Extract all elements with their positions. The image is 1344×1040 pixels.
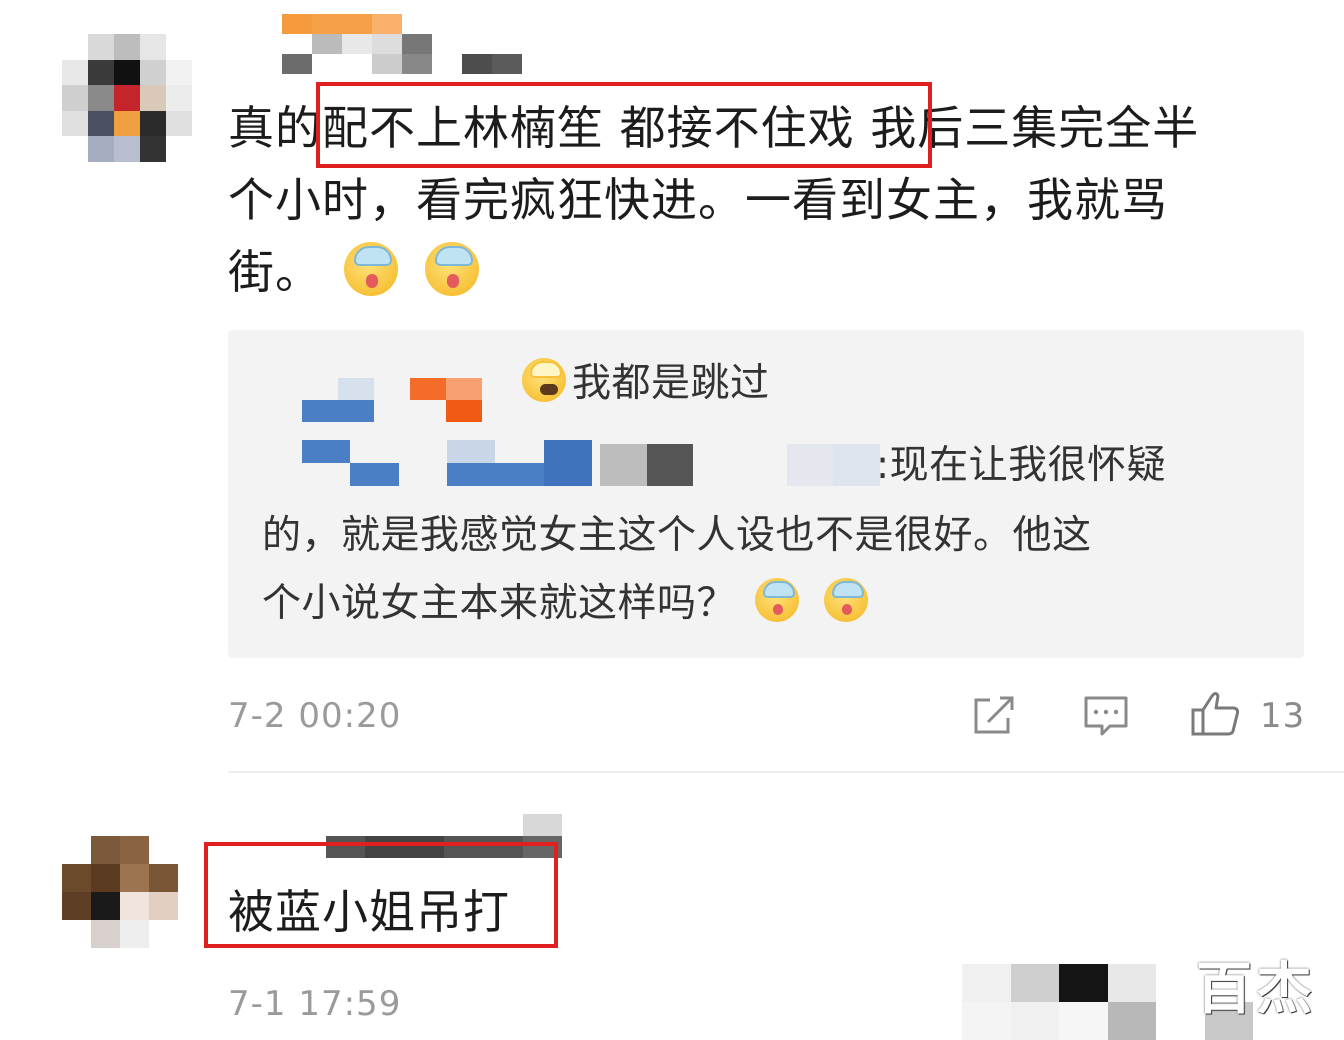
avatar[interactable]	[62, 836, 178, 948]
comment-text-line: 个小时，看完疯狂快进。一看到女主，我就骂	[228, 173, 1168, 227]
divider	[228, 771, 1344, 773]
thumbs-up-icon[interactable]	[1190, 690, 1242, 738]
comment-text-tail: 街。	[228, 245, 322, 299]
username[interactable]	[282, 14, 522, 74]
reply-text: 我都是跳过	[572, 361, 770, 406]
comment-icon[interactable]	[1082, 694, 1130, 740]
reply-text: :现在让我很怀疑	[876, 443, 1167, 488]
reply-text: 个小说女主本来就这样吗？	[262, 581, 737, 626]
reply-line: 我都是跳过	[516, 350, 770, 418]
watermark: 百杰	[1196, 957, 1316, 1022]
sick-face-emoji-icon	[823, 578, 868, 622]
share-icon[interactable]	[970, 694, 1018, 738]
reply-text: 的，就是我感觉女主这个人设也不是很好。他这	[262, 513, 1092, 558]
laughing-emoji-icon	[522, 358, 566, 402]
like-count: 13	[1260, 696, 1306, 736]
sick-face-emoji-icon	[425, 242, 480, 296]
comment-text-line: 街。	[228, 236, 1318, 308]
reply-text-line: 个小说女主本来就这样吗？	[262, 570, 1292, 638]
avatar[interactable]	[62, 34, 192, 162]
reply-username[interactable]	[302, 378, 482, 422]
reply-mention[interactable]	[302, 440, 592, 486]
timestamp: 7-1 17:59	[228, 984, 402, 1024]
timestamp: 7-2 00:20	[228, 696, 402, 736]
sick-face-emoji-icon	[754, 578, 799, 622]
highlight-box	[204, 842, 558, 948]
sick-face-emoji-icon	[343, 242, 398, 296]
reply-mention-blurred	[600, 444, 880, 486]
highlight-box	[316, 82, 932, 168]
